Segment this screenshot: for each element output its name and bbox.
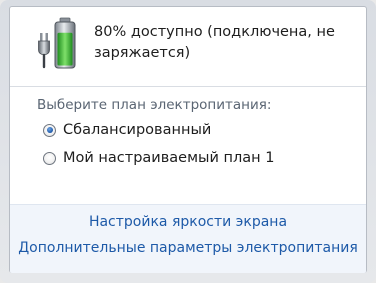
battery-status: 80% доступно (подключена, не заряжается) [10, 7, 366, 86]
radio-button[interactable] [43, 123, 56, 137]
plan-option-label: Сбалансированный [63, 122, 212, 138]
plan-option-custom[interactable]: Мой настраиваемый план 1 [43, 148, 274, 168]
battery-status-line-1: 80% доступно (подключена, не [94, 24, 335, 40]
plan-heading: Выберите план электропитания: [37, 97, 272, 113]
battery-plugged-icon [38, 17, 76, 69]
radio-button[interactable] [43, 151, 56, 165]
plan-option-balanced[interactable]: Сбалансированный [43, 120, 211, 140]
advanced-power-settings-link[interactable]: Дополнительные параметры электропитания [10, 240, 366, 256]
power-panel: 80% доступно (подключена, не заряжается)… [9, 6, 367, 273]
brightness-link[interactable]: Настройка яркости экрана [10, 214, 366, 230]
power-flyout: 80% доступно (подключена, не заряжается)… [0, 0, 376, 283]
battery-status-text: 80% доступно (подключена, не заряжается) [94, 22, 356, 64]
divider [10, 86, 366, 87]
plan-option-label: Мой настраиваемый план 1 [63, 150, 275, 166]
battery-status-line-2: заряжается) [94, 45, 191, 61]
footer-links: Настройка яркости экрана Дополнительные … [10, 204, 366, 273]
